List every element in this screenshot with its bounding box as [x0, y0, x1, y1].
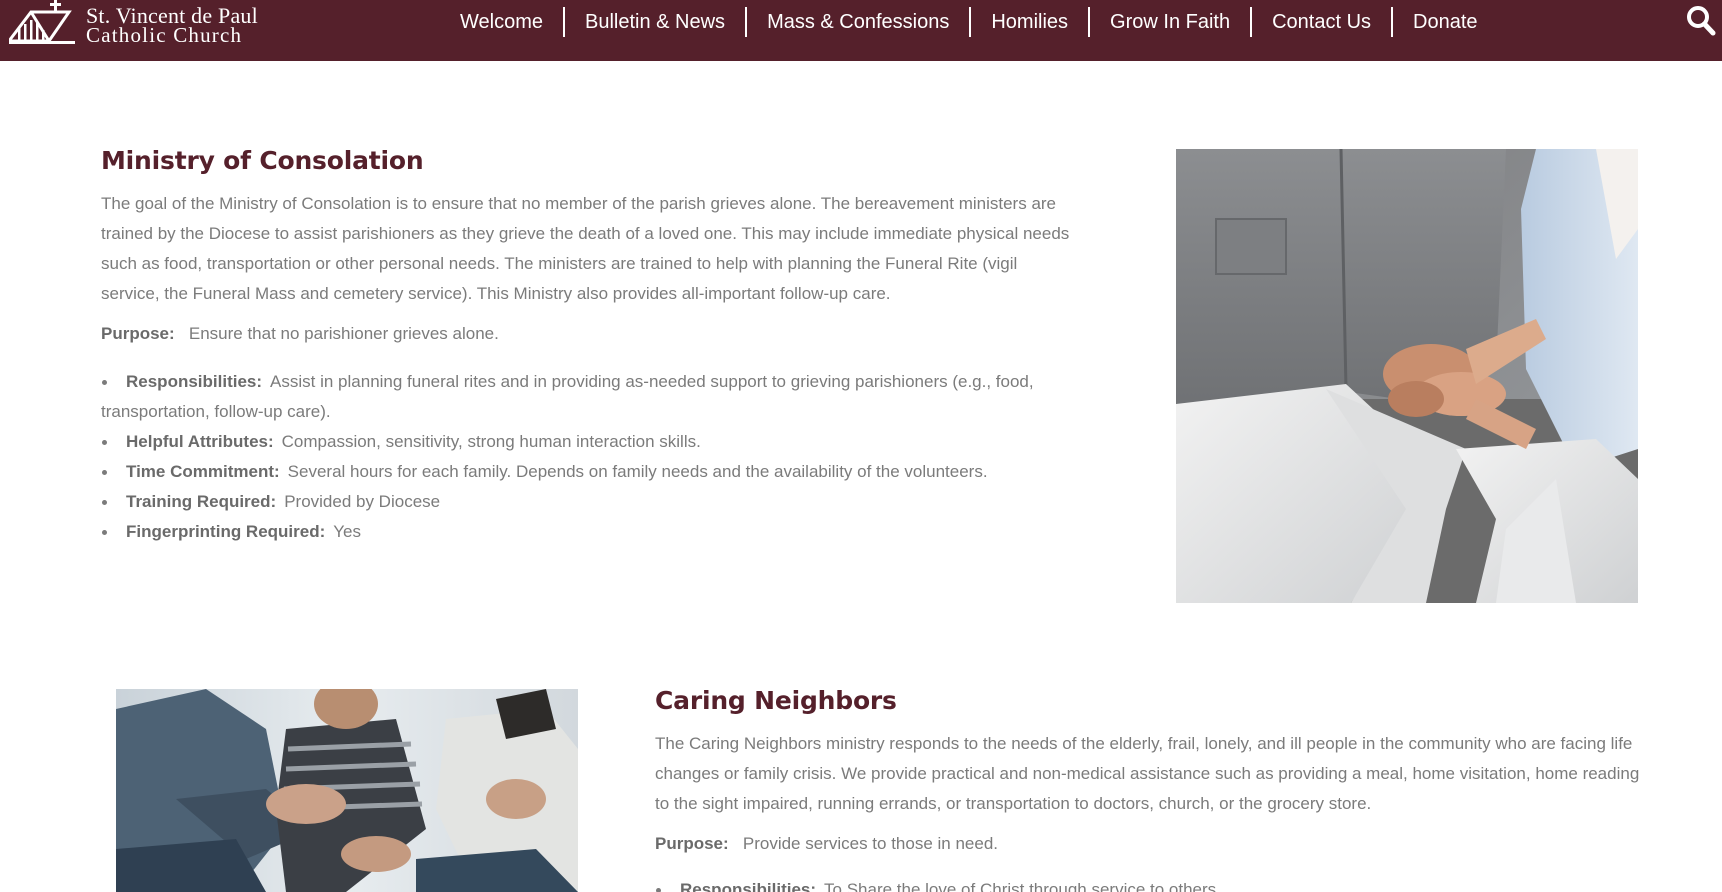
- main-nav: Welcome Bulletin & News Mass & Confessio…: [440, 0, 1498, 43]
- detail-label: Responsibilities:: [126, 372, 263, 391]
- detail-label: Helpful Attributes:: [126, 432, 274, 451]
- section-title-consolation: Ministry of Consolation: [101, 146, 424, 175]
- section-description-caring-neighbors: The Caring Neighbors ministry responds t…: [655, 734, 1640, 813]
- detail-value: To Share the love of Christ through serv…: [824, 880, 1221, 892]
- section-description-consolation: The goal of the Ministry of Consolation …: [101, 194, 1070, 303]
- detail-label: Time Commitment:: [126, 462, 280, 481]
- list-item: Training Required: Provided by Diocese: [101, 487, 1041, 517]
- purpose-text: Provide services to those in need.: [742, 834, 999, 853]
- purpose-label: Purpose:: [655, 834, 729, 853]
- nav-bulletin-news[interactable]: Bulletin & News: [563, 6, 745, 37]
- nav-contact-us[interactable]: Contact Us: [1250, 6, 1391, 37]
- purpose-label: Purpose:: [101, 324, 175, 343]
- detail-value: Provided by Diocese: [284, 492, 441, 511]
- nav-homilies[interactable]: Homilies: [969, 6, 1088, 37]
- detail-value: Yes: [333, 522, 362, 541]
- list-item: Responsibilities: Assist in planning fune…: [101, 367, 1041, 427]
- nav-grow-in-faith[interactable]: Grow In Faith: [1088, 6, 1250, 37]
- photo-group-conversation: [116, 689, 578, 892]
- detail-label: Fingerprinting Required:: [126, 522, 326, 541]
- list-item: Responsibilities: To Share the love of Ch…: [655, 875, 1655, 892]
- logo-text-line2: Catholic Church: [86, 23, 243, 47]
- church-icon: [9, 0, 75, 44]
- nav-donate[interactable]: Donate: [1391, 6, 1498, 37]
- search-button[interactable]: [1686, 4, 1716, 36]
- detail-label: Responsibilities:: [680, 880, 817, 892]
- detail-value: Several hours for each family. Depends o…: [287, 462, 988, 481]
- search-icon: [1687, 6, 1716, 36]
- site-logo[interactable]: St. Vincent de Paul Catholic Church: [9, 0, 269, 48]
- nav-mass-confessions[interactable]: Mass & Confessions: [745, 6, 969, 37]
- purpose-text: Ensure that no parishioner grieves alone…: [188, 324, 499, 343]
- nav-welcome[interactable]: Welcome: [440, 7, 563, 37]
- photo-holding-hands: [1176, 149, 1638, 603]
- details-list-consolation: Responsibilities: Assist in planning fune…: [101, 367, 1041, 547]
- detail-label: Training Required:: [126, 492, 277, 511]
- purpose-line-caring-neighbors: Purpose: Provide services to those in ne…: [655, 829, 998, 859]
- list-item: Helpful Attributes: Compassion, sensitivi…: [101, 427, 1041, 457]
- list-item: Fingerprinting Required: Yes: [101, 517, 1041, 547]
- purpose-line-consolation: Purpose: Ensure that no parishioner grie…: [101, 319, 499, 349]
- details-list-caring-neighbors: Responsibilities: To Share the love of Ch…: [655, 875, 1655, 892]
- site-header: St. Vincent de Paul Catholic Church Welc…: [0, 0, 1722, 61]
- section-title-caring-neighbors: Caring Neighbors: [655, 686, 897, 715]
- list-item: Time Commitment: Several hours for each f…: [101, 457, 1041, 487]
- detail-value: Compassion, sensitivity, strong human in…: [281, 432, 701, 451]
